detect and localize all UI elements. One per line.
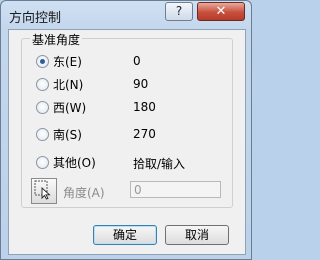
radio-label: 北(N) (53, 78, 84, 92)
option-value: 180 (133, 100, 156, 114)
radio-button[interactable] (36, 78, 49, 91)
angle-label: 角度(A) (63, 186, 105, 200)
group-title: 基准角度 (30, 31, 83, 48)
radio-label: 东(E) (53, 55, 82, 69)
dialog-body: 基准角度 东(E) 0 北(N) 90 西(W) 180 南(S) 270 其他… (8, 29, 246, 255)
pick-point-button[interactable] (31, 178, 57, 204)
radio-label: 西(W) (53, 101, 87, 115)
dialog-title: 方向控制 (9, 11, 62, 26)
option-value: 270 (133, 127, 156, 141)
option-value: 90 (133, 77, 149, 91)
pick-point-icon (34, 180, 51, 200)
radio-label: 其他(O) (53, 156, 96, 170)
ok-button[interactable]: 确定 (93, 225, 157, 245)
cancel-button[interactable]: 取消 (165, 225, 229, 245)
radio-button[interactable] (36, 55, 49, 68)
option-value: 拾取/输入 (133, 157, 186, 171)
dialog-window: 方向控制 ? ✕ 基准角度 东(E) 0 北(N) 90 西(W) 180 南(… (0, 0, 252, 260)
radio-button[interactable] (36, 156, 49, 169)
radio-button[interactable] (36, 101, 49, 114)
close-button[interactable]: ✕ (197, 2, 245, 21)
radio-button[interactable] (36, 128, 49, 141)
angle-input[interactable] (130, 181, 221, 198)
help-button[interactable]: ? (165, 2, 193, 21)
radio-label: 南(S) (53, 128, 82, 142)
close-icon: ✕ (215, 4, 227, 19)
option-value: 0 (133, 54, 141, 68)
title-bar: 方向控制 ? ✕ (1, 1, 251, 31)
